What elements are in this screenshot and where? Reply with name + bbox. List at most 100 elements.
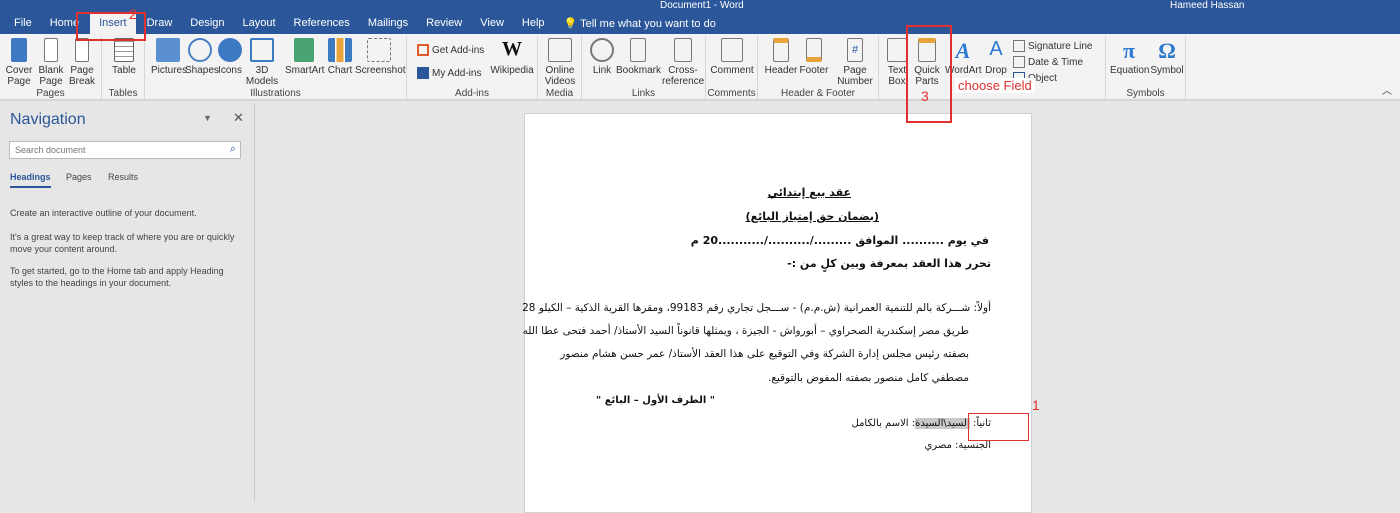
drop-cap-button[interactable]: A Drop (983, 38, 1009, 76)
pi-icon: π (1122, 38, 1136, 63)
link-button[interactable]: Link (588, 38, 616, 76)
tab-results[interactable]: Results (108, 172, 138, 182)
nav-help-text: Create an interactive outline of your do… (10, 208, 197, 218)
tab-mailings[interactable]: Mailings (359, 12, 417, 34)
cross-reference-button[interactable]: Cross- reference (662, 38, 704, 87)
doc-paragraph-line: أولاً: شـــركة بالم للتنمية العمرانية (ش… (522, 302, 991, 314)
label: SmartArt (285, 65, 325, 76)
signature-line-button[interactable]: Signature Line (1013, 40, 1093, 52)
collapse-ribbon-icon[interactable]: ︿ (1382, 82, 1392, 97)
doc-date-line: في يوم .......... الموافق ........./....… (690, 234, 989, 247)
drop-cap-icon: A (989, 38, 1003, 60)
annotation-box-field (968, 413, 1029, 441)
comment-icon (721, 38, 743, 62)
page-number-icon: # (847, 38, 863, 62)
label: Bookmark (616, 65, 662, 76)
doc-paragraph-line: مصطفي كامل منصور بصفته المفوض بالتوقيع. (767, 372, 969, 384)
tell-me-box[interactable]: 💡 Tell me what you want to do (564, 17, 716, 30)
tab-file[interactable]: File (0, 12, 41, 34)
bookmark-icon (630, 38, 646, 62)
group-media: Online Videos Media (538, 36, 582, 100)
chart-button[interactable]: Chart (325, 38, 355, 76)
shapes-button[interactable]: Shapes (185, 38, 219, 76)
screenshot-button[interactable]: Screenshot (355, 38, 406, 76)
date-time-button[interactable]: Date & Time (1013, 56, 1083, 68)
footer-icon (806, 38, 822, 62)
tell-me-label: Tell me what you want to do (580, 17, 716, 30)
annotation-number: 3 (921, 88, 929, 104)
document-page[interactable]: عقد بيع إبتدائي (بضمان حق إمتياز البائع)… (522, 113, 1032, 513)
cover-page-button[interactable]: Cover Page (4, 38, 34, 87)
selected-field[interactable]: السيد\السيدة (915, 418, 970, 429)
group-label: Illustrations (250, 88, 301, 99)
label: Online Videos (544, 65, 576, 87)
label: Cross- reference (662, 65, 705, 87)
label: Blank Page (38, 65, 64, 87)
doc-paragraph-line: بصفته رئيس مجلس إدارة الشركة وفي التوقيع… (560, 348, 969, 360)
label: Screenshot (355, 65, 406, 76)
navigation-title: Navigation (10, 111, 86, 128)
wikipedia-button[interactable]: W Wikipedia (489, 38, 535, 76)
group-comments: Comment Comments (706, 36, 758, 100)
footer-button[interactable]: Footer (798, 38, 830, 76)
my-addins-button[interactable]: My Add-ins (417, 67, 481, 79)
label: Symbol (1150, 65, 1184, 76)
label: Footer (799, 65, 829, 76)
group-label: Header & Footer (781, 88, 855, 99)
3d-models-button[interactable]: 3D Models (245, 38, 279, 87)
blank-page-button[interactable]: Blank Page (36, 38, 66, 87)
label: Equation (1110, 65, 1150, 76)
calendar-icon (1013, 56, 1025, 68)
user-name: Hameed Hassan (1170, 0, 1245, 11)
label: Cover Page (5, 65, 33, 87)
get-addins-button[interactable]: Get Add-ins (417, 44, 484, 56)
link-icon (590, 38, 614, 62)
nav-help-text: To get started, go to the Home tab and a… (10, 266, 224, 288)
group-label: Pages (36, 88, 65, 99)
label: Get Add-ins (432, 44, 485, 56)
store-icon (417, 44, 429, 56)
tab-view[interactable]: View (471, 12, 513, 34)
signature-icon (1013, 40, 1025, 52)
label: Signature Line (1028, 40, 1093, 52)
tab-references[interactable]: References (285, 12, 359, 34)
label: Link (592, 65, 612, 76)
navigation-pane: Navigation ▼ ✕ Search document ⌕ Headings… (0, 103, 255, 501)
wordart-icon: A (955, 38, 971, 63)
tab-design[interactable]: Design (181, 12, 233, 34)
comment-button[interactable]: Comment (710, 38, 754, 76)
tab-layout[interactable]: Layout (234, 12, 285, 34)
label: Chart (327, 65, 353, 76)
search-input[interactable]: Search document ⌕ (9, 141, 241, 159)
online-videos-button[interactable]: Online Videos (542, 38, 578, 87)
page-number-button[interactable]: # Page Number (834, 38, 876, 87)
lightbulb-icon: 💡 (563, 17, 581, 30)
label: : الاسم بالكامل (851, 418, 916, 429)
group-illustrations: Pictures Shapes Icons 3D Models SmartArt… (145, 36, 407, 100)
group-links: Link Bookmark Cross- reference Links (582, 36, 706, 100)
wikipedia-icon: W (502, 38, 522, 60)
smartart-button[interactable]: SmartArt (285, 38, 325, 76)
tab-pages[interactable]: Pages (66, 172, 92, 182)
header-button[interactable]: Header (764, 38, 798, 76)
pictures-button[interactable]: Pictures (151, 38, 187, 76)
search-icon[interactable]: ⌕ (230, 143, 236, 156)
bookmark-button[interactable]: Bookmark (616, 38, 662, 76)
group-header-footer: Header Footer # Page Number Header & Foot… (758, 36, 879, 100)
group-label: Links (631, 88, 656, 99)
annotation-number: 1 (1032, 397, 1040, 413)
smartart-icon (294, 38, 314, 62)
equation-button[interactable]: π Equation (1110, 38, 1150, 76)
symbol-button[interactable]: Ω Symbol (1150, 38, 1184, 76)
group-pages: Cover Page Blank Page Page Break Pages (0, 36, 102, 100)
addins-icon (417, 67, 429, 79)
page-break-button[interactable]: Page Break (68, 38, 96, 87)
pane-options-icon[interactable]: ▼ (203, 113, 212, 123)
cube-icon (250, 38, 274, 62)
close-icon[interactable]: ✕ (233, 110, 244, 126)
icons-button[interactable]: Icons (217, 38, 243, 76)
tab-review[interactable]: Review (417, 12, 471, 34)
tab-help[interactable]: Help (513, 12, 554, 34)
tab-headings[interactable]: Headings (10, 172, 51, 188)
table-button[interactable]: Table (110, 38, 138, 76)
